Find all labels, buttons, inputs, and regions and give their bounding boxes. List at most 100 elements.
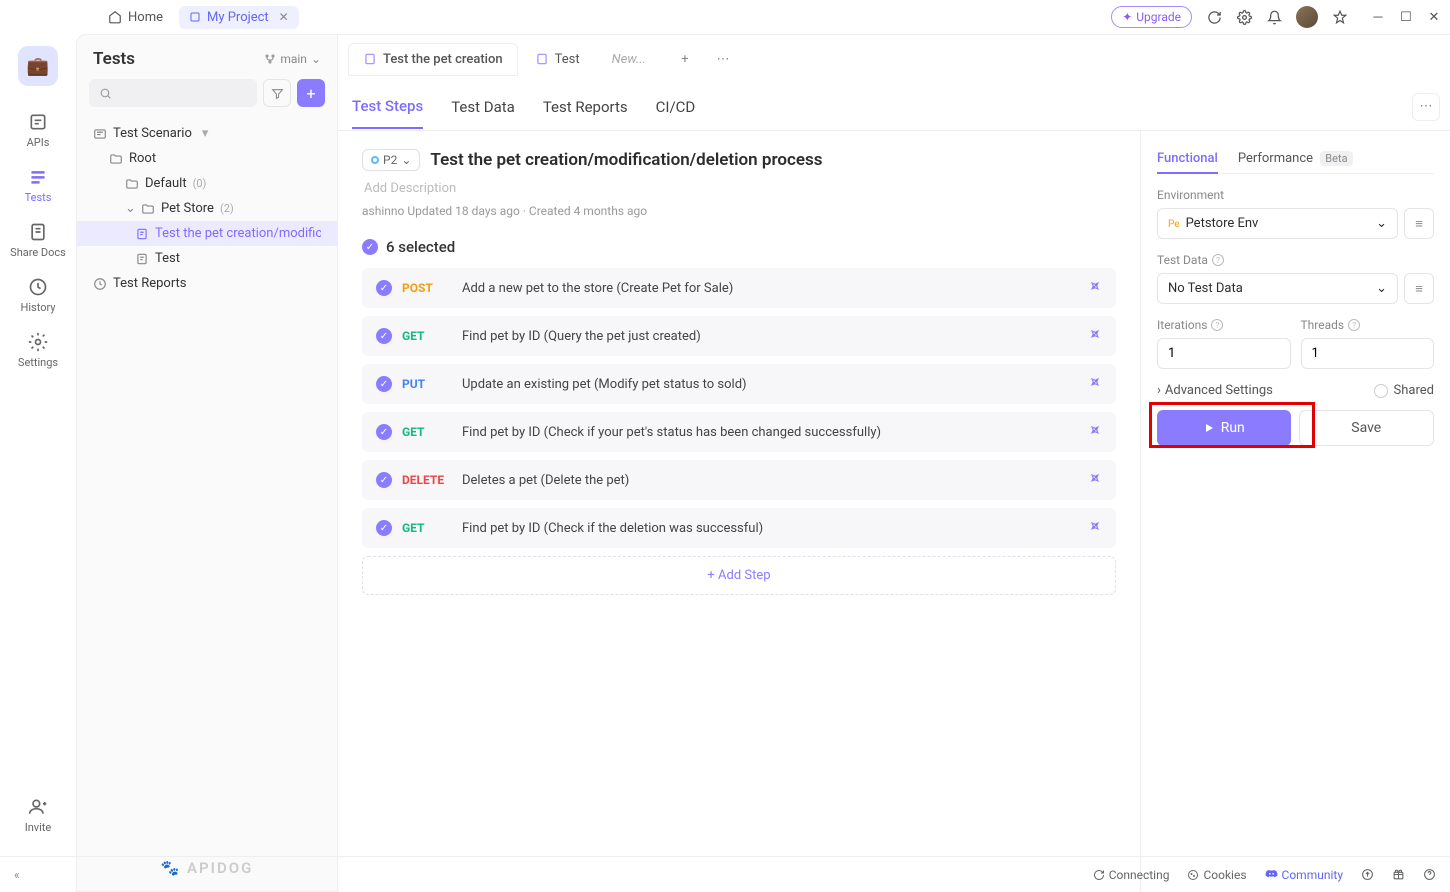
step-checkbox[interactable]: ✓ bbox=[376, 376, 392, 392]
test-icon bbox=[135, 252, 149, 266]
add-button[interactable]: + bbox=[297, 79, 325, 107]
env-select[interactable]: PePetstore Env ⌄ bbox=[1157, 208, 1398, 239]
plus-icon: + bbox=[707, 568, 718, 583]
folder-icon bbox=[109, 152, 123, 166]
tab-new[interactable]: New... bbox=[597, 43, 661, 76]
minimize-icon[interactable]: ─ bbox=[1370, 9, 1386, 25]
nav-invite[interactable]: Invite bbox=[25, 797, 52, 834]
step-row[interactable]: ✓GETFind pet by ID (Query the pet just c… bbox=[362, 316, 1116, 356]
run-button[interactable]: Run bbox=[1157, 410, 1291, 446]
tree-default[interactable]: Default (0) bbox=[77, 171, 337, 196]
panel-tab-functional[interactable]: Functional bbox=[1157, 145, 1218, 174]
step-action-icon[interactable] bbox=[1088, 471, 1102, 489]
tree-root[interactable]: Root bbox=[77, 146, 337, 171]
tree-reports[interactable]: Test Reports bbox=[77, 271, 337, 296]
step-checkbox[interactable]: ✓ bbox=[376, 328, 392, 344]
nav-tests[interactable]: Tests bbox=[25, 167, 52, 204]
gift-icon bbox=[1392, 868, 1405, 881]
upgrade-button[interactable]: ✦ Upgrade bbox=[1111, 6, 1192, 28]
bell-icon[interactable] bbox=[1266, 9, 1282, 25]
step-row[interactable]: ✓PUTUpdate an existing pet (Modify pet s… bbox=[362, 364, 1116, 404]
collapse-button[interactable]: « bbox=[14, 868, 20, 882]
tree-petstore[interactable]: ⌄ Pet Store (2) bbox=[77, 196, 337, 221]
description-input[interactable]: Add Description bbox=[362, 181, 1116, 196]
step-checkbox[interactable]: ✓ bbox=[376, 472, 392, 488]
nav-apis[interactable]: APIs bbox=[27, 112, 50, 149]
step-checkbox[interactable]: ✓ bbox=[376, 280, 392, 296]
settings-icon[interactable] bbox=[1236, 9, 1252, 25]
subtabs: Test Steps Test Data Test Reports CI/CD … bbox=[338, 83, 1450, 131]
nav-share[interactable]: Share Docs bbox=[10, 222, 66, 259]
step-row[interactable]: ✓GETFind pet by ID (Check if your pet's … bbox=[362, 412, 1116, 452]
folder-icon bbox=[125, 177, 139, 191]
shared-checkbox[interactable]: Shared bbox=[1374, 383, 1434, 398]
step-row[interactable]: ✓POSTAdd a new pet to the store (Create … bbox=[362, 268, 1116, 308]
tab-test-creation[interactable]: Test the pet creation bbox=[348, 43, 518, 76]
search-input[interactable] bbox=[89, 79, 257, 107]
pin-icon[interactable] bbox=[1332, 9, 1348, 25]
advanced-settings-toggle[interactable]: › Advanced Settings bbox=[1157, 383, 1273, 398]
home-tab[interactable]: Home bbox=[98, 6, 173, 29]
data-label: Test Data? bbox=[1157, 253, 1434, 267]
maximize-icon[interactable]: ☐ bbox=[1398, 9, 1414, 25]
step-checkbox[interactable]: ✓ bbox=[376, 424, 392, 440]
step-row[interactable]: ✓DELETEDeletes a pet (Delete the pet) bbox=[362, 460, 1116, 500]
chevron-right-icon: › bbox=[1157, 383, 1161, 398]
save-button[interactable]: Save bbox=[1299, 410, 1435, 446]
app-logo[interactable]: 💼 bbox=[18, 46, 58, 86]
nav-settings[interactable]: Settings bbox=[18, 332, 58, 369]
data-menu-button[interactable]: ≡ bbox=[1404, 273, 1434, 304]
step-action-icon[interactable] bbox=[1088, 423, 1102, 441]
iter-label: Iterations? bbox=[1157, 318, 1291, 332]
more-button[interactable]: ⋯ bbox=[1412, 93, 1440, 121]
refresh-icon[interactable] bbox=[1206, 9, 1222, 25]
method-badge: GET bbox=[402, 521, 452, 535]
status-connecting[interactable]: Connecting bbox=[1093, 868, 1170, 882]
status-cookies[interactable]: Cookies bbox=[1187, 868, 1246, 882]
tree-test1[interactable]: Test the pet creation/modific bbox=[77, 221, 337, 246]
run-panel: Functional Performance Beta Environment … bbox=[1140, 131, 1450, 892]
step-name: Add a new pet to the store (Create Pet f… bbox=[462, 281, 733, 296]
step-action-icon[interactable] bbox=[1088, 519, 1102, 537]
nav-history[interactable]: History bbox=[21, 277, 56, 314]
panel-tab-performance[interactable]: Performance Beta bbox=[1238, 145, 1353, 173]
status-help[interactable] bbox=[1423, 868, 1436, 881]
close-window-icon[interactable]: ✕ bbox=[1426, 9, 1442, 25]
status-gift[interactable] bbox=[1392, 868, 1405, 881]
method-badge: GET bbox=[402, 425, 452, 439]
branch-selector[interactable]: main ⌄ bbox=[264, 52, 321, 66]
step-action-icon[interactable] bbox=[1088, 327, 1102, 345]
add-step-button[interactable]: + Add Step bbox=[362, 556, 1116, 595]
priority-selector[interactable]: P2 ⌄ bbox=[362, 149, 420, 171]
step-checkbox[interactable]: ✓ bbox=[376, 520, 392, 536]
folder-icon bbox=[141, 202, 155, 216]
step-action-icon[interactable] bbox=[1088, 375, 1102, 393]
subtab-steps[interactable]: Test Steps bbox=[352, 85, 423, 129]
tree-scenario[interactable]: Test Scenario ▾ bbox=[77, 121, 337, 146]
tab-test[interactable]: Test bbox=[520, 43, 595, 76]
subtab-data[interactable]: Test Data bbox=[451, 86, 515, 128]
info-icon: ? bbox=[1348, 319, 1360, 331]
project-tab[interactable]: My Project ✕ bbox=[179, 6, 299, 29]
subtab-cicd[interactable]: CI/CD bbox=[656, 86, 696, 128]
filter-button[interactable] bbox=[263, 79, 291, 107]
step-action-icon[interactable] bbox=[1088, 279, 1102, 297]
env-menu-button[interactable]: ≡ bbox=[1404, 208, 1434, 239]
scenario-title[interactable]: Test the pet creation/modification/delet… bbox=[430, 150, 822, 170]
statusbar: « Connecting Cookies Community bbox=[0, 856, 1450, 892]
info-icon: ? bbox=[1211, 319, 1223, 331]
iterations-input[interactable] bbox=[1157, 338, 1291, 369]
threads-input[interactable] bbox=[1301, 338, 1435, 369]
method-badge: PUT bbox=[402, 377, 452, 391]
select-all-checkbox[interactable]: ✓ bbox=[362, 239, 378, 255]
tab-add-button[interactable]: + bbox=[671, 45, 699, 73]
status-community[interactable]: Community bbox=[1265, 868, 1343, 882]
close-icon[interactable]: ✕ bbox=[279, 10, 289, 24]
subtab-reports[interactable]: Test Reports bbox=[543, 86, 628, 128]
step-row[interactable]: ✓GETFind pet by ID (Check if the deletio… bbox=[362, 508, 1116, 548]
avatar[interactable] bbox=[1296, 6, 1318, 28]
data-select[interactable]: No Test Data ⌄ bbox=[1157, 273, 1398, 304]
tab-more-button[interactable]: ⋯ bbox=[709, 45, 737, 73]
tree-test2[interactable]: Test bbox=[77, 246, 337, 271]
status-upload[interactable] bbox=[1361, 868, 1374, 881]
